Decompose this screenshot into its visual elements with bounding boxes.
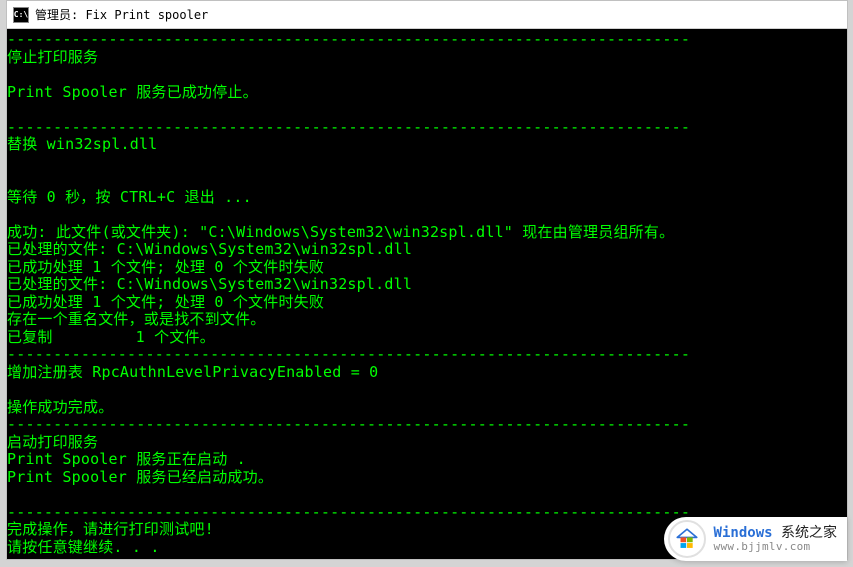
terminal-line: 已成功处理 1 个文件; 处理 0 个文件时失败 [7,294,847,312]
terminal-line: 替换 win32spl.dll [7,136,847,154]
terminal-line: Print Spooler 服务正在启动 . [7,451,847,469]
terminal-line: 成功: 此文件(或文件夹): "C:\Windows\System32\win3… [7,224,847,242]
watermark: Windows 系统之家 www.bjjmlv.com [664,517,847,561]
terminal-line: ----------------------------------------… [7,416,847,434]
terminal-line: 停止打印服务 [7,49,847,67]
terminal-line: ----------------------------------------… [7,119,847,137]
console-window: C:\ 管理员: Fix Print spooler -------------… [6,0,848,560]
terminal-line: 启动打印服务 [7,434,847,452]
terminal-line [7,206,847,224]
terminal-output[interactable]: ----------------------------------------… [7,29,847,559]
terminal-line [7,171,847,189]
watermark-brand: Windows 系统之家 [714,525,837,541]
terminal-line [7,486,847,504]
terminal-line: 增加注册表 RpcAuthnLevelPrivacyEnabled = 0 [7,364,847,382]
watermark-logo-icon [668,520,706,558]
terminal-line: ----------------------------------------… [7,346,847,364]
terminal-line: ----------------------------------------… [7,31,847,49]
terminal-line: 已处理的文件: C:\Windows\System32\win32spl.dll [7,276,847,294]
terminal-line: 已复制 1 个文件。 [7,329,847,347]
watermark-text: Windows 系统之家 www.bjjmlv.com [714,525,837,554]
terminal-line: 已处理的文件: C:\Windows\System32\win32spl.dll [7,241,847,259]
terminal-line [7,66,847,84]
terminal-line: Print Spooler 服务已经启动成功。 [7,469,847,487]
window-title: 管理员: Fix Print spooler [35,6,208,23]
cmd-icon: C:\ [13,7,29,23]
terminal-line [7,381,847,399]
terminal-line: 操作成功完成。 [7,399,847,417]
terminal-line: Print Spooler 服务已成功停止。 [7,84,847,102]
terminal-line [7,101,847,119]
titlebar[interactable]: C:\ 管理员: Fix Print spooler [7,1,847,29]
terminal-line: 已成功处理 1 个文件; 处理 0 个文件时失败 [7,259,847,277]
terminal-line [7,154,847,172]
terminal-line: 存在一个重名文件，或是找不到文件。 [7,311,847,329]
terminal-line: 等待 0 秒，按 CTRL+C 退出 ... [7,189,847,207]
watermark-url: www.bjjmlv.com [714,541,837,554]
